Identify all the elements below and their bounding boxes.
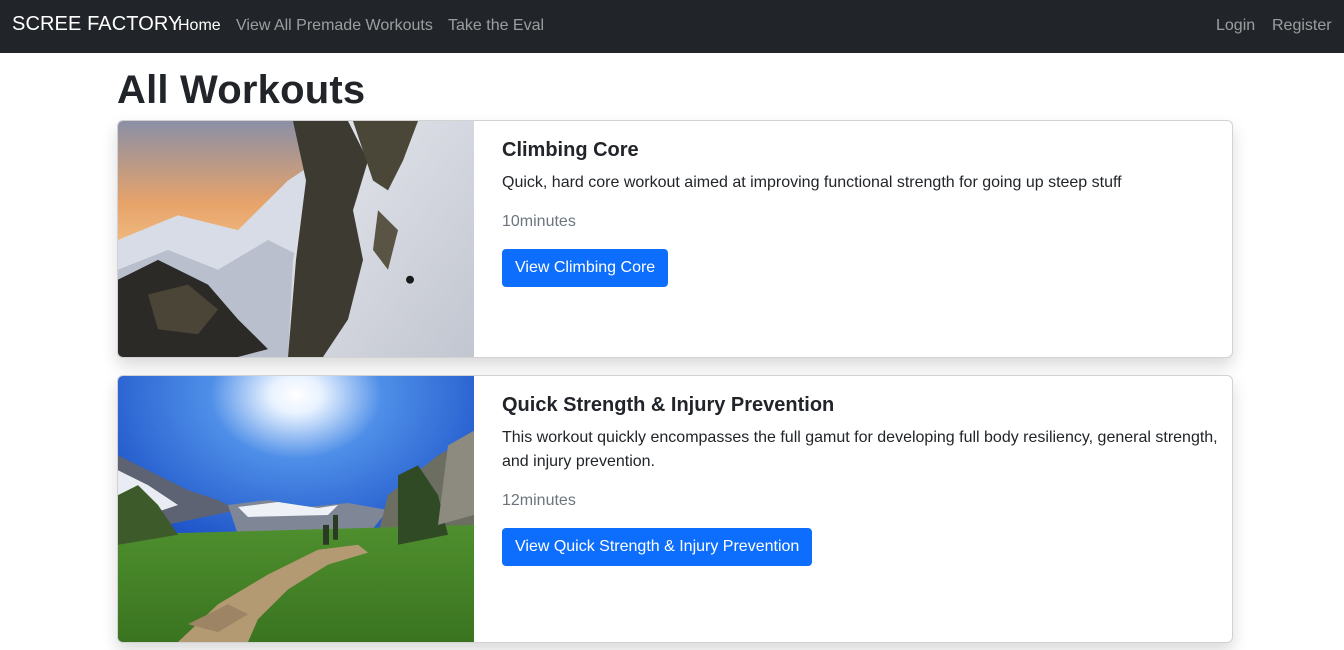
nav-link-premade-workouts[interactable]: View All Premade Workouts (236, 17, 433, 35)
workout-description: This workout quickly encompasses the ful… (502, 429, 1218, 470)
login-link[interactable]: Login (1216, 17, 1255, 35)
workout-duration: 12minutes (502, 492, 576, 509)
nav-link-take-eval[interactable]: Take the Eval (448, 17, 544, 35)
workout-description: Quick, hard core workout aimed at improv… (502, 174, 1122, 191)
brand-logo[interactable]: SCREE FACTORY (12, 13, 182, 36)
register-link[interactable]: Register (1272, 17, 1332, 35)
nav-link-home[interactable]: Home (178, 17, 221, 35)
view-workout-button[interactable]: View Quick Strength & Injury Prevention (502, 528, 813, 566)
workout-title: Quick Strength & Injury Prevention (502, 394, 835, 416)
workout-image-snowy-couloir (118, 121, 474, 357)
workout-image-alpine-meadow (118, 376, 474, 642)
workout-card: Quick Strength & Injury Prevention This … (117, 375, 1233, 643)
page-title: All Workouts (117, 68, 366, 112)
top-navbar: SCREE FACTORY Home View All Premade Work… (0, 0, 1344, 53)
workout-duration: 10minutes (502, 213, 576, 230)
workout-title: Climbing Core (502, 139, 639, 161)
workout-card: Climbing Core Quick, hard core workout a… (117, 120, 1233, 358)
view-workout-button[interactable]: View Climbing Core (502, 249, 669, 287)
